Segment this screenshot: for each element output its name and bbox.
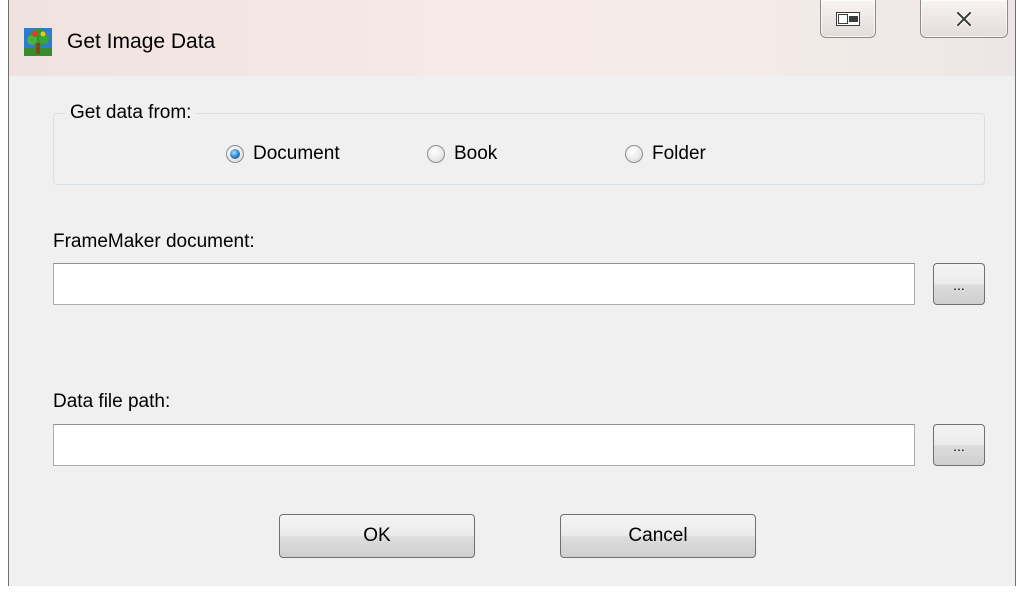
framemaker-document-label: FrameMaker document: xyxy=(53,231,255,252)
window-title: Get Image Data xyxy=(67,30,216,53)
close-button[interactable] xyxy=(920,0,1008,38)
radio-label-document: Document xyxy=(253,143,340,164)
cancel-button[interactable]: Cancel xyxy=(560,514,756,558)
radio-document[interactable]: Document xyxy=(226,141,340,167)
dialog-window: Get Image Data Get data from: Document B… xyxy=(8,0,1016,586)
source-group-label: Get data from: xyxy=(65,102,197,124)
framemaker-document-input[interactable] xyxy=(53,263,915,305)
ok-button[interactable]: OK xyxy=(279,514,475,558)
browse-document-button[interactable]: ... xyxy=(933,263,985,305)
window-snap-button[interactable] xyxy=(820,0,876,38)
radio-button-document[interactable] xyxy=(226,145,244,163)
data-file-path-label: Data file path: xyxy=(53,391,171,412)
radio-button-book[interactable] xyxy=(427,145,445,163)
title-bar[interactable]: Get Image Data xyxy=(9,0,1015,76)
radio-button-folder[interactable] xyxy=(625,145,643,163)
radio-label-book: Book xyxy=(454,143,498,164)
radio-folder[interactable]: Folder xyxy=(625,141,706,167)
dialog-body: Get data from: Document Book Folder Fram… xyxy=(9,76,1015,586)
radio-book[interactable]: Book xyxy=(427,141,497,167)
radio-label-folder: Folder xyxy=(652,143,706,164)
tree-app-icon xyxy=(24,28,52,56)
browse-data-path-button[interactable]: ... xyxy=(933,424,985,466)
data-file-path-input[interactable] xyxy=(53,424,915,466)
